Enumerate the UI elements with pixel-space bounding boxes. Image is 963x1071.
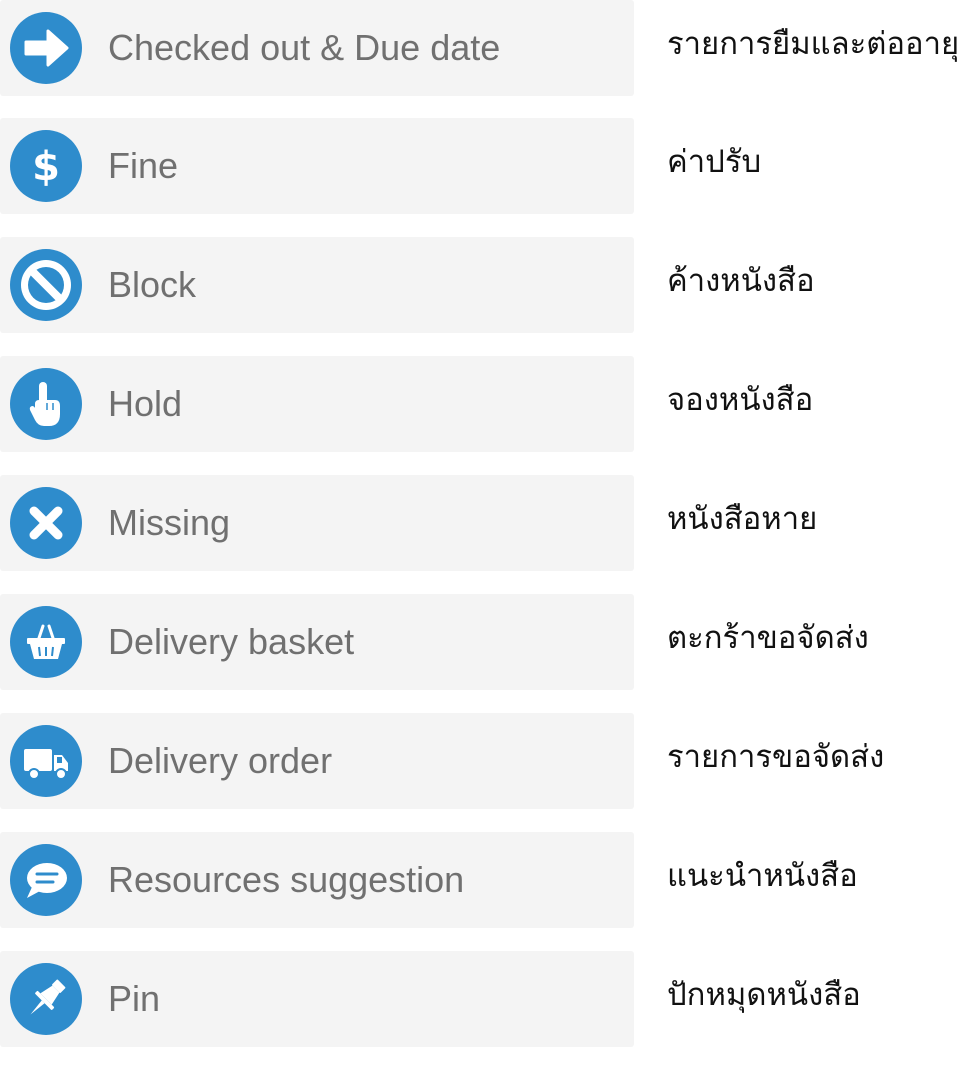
menu-item-label: Block	[108, 264, 197, 305]
thai-description: ค่าปรับ	[667, 144, 762, 180]
menu-item-hold[interactable]: Hold	[0, 356, 634, 452]
thai-description: รายการยืมและต่ออายุ	[667, 26, 960, 62]
arrow-right-icon	[10, 12, 82, 84]
pin-icon	[10, 963, 82, 1035]
basket-icon	[10, 606, 82, 678]
menu-item-label: Checked out & Due date	[108, 27, 501, 68]
svg-text:$: $	[32, 144, 60, 190]
row-resources-suggestion: Resources suggestion แนะนำหนังสือ	[0, 832, 963, 952]
row-block: Block ค้างหนังสือ	[0, 237, 963, 357]
menu-item-fine[interactable]: $ Fine	[0, 118, 634, 214]
thai-description: ตะกร้าขอจัดส่ง	[667, 620, 869, 656]
thai-description: ค้างหนังสือ	[667, 263, 815, 299]
close-icon	[10, 487, 82, 559]
menu-item-label: Missing	[108, 502, 231, 543]
row-pin: Pin ปักหมุดหนังสือ	[0, 951, 963, 1071]
truck-icon	[10, 725, 82, 797]
menu-item-label: Delivery basket	[108, 621, 355, 662]
thai-description: แนะนำหนังสือ	[667, 858, 858, 894]
menu-item-missing[interactable]: Missing	[0, 475, 634, 571]
thai-description: หนังสือหาย	[667, 501, 818, 537]
menu-item-pin[interactable]: Pin	[0, 951, 634, 1047]
menu-item-label: Pin	[108, 978, 161, 1019]
thai-description: ปักหมุดหนังสือ	[667, 977, 861, 1013]
row-hold: Hold จองหนังสือ	[0, 356, 963, 476]
thai-description: รายการขอจัดส่ง	[667, 739, 885, 775]
row-delivery-order: Delivery order รายการขอจัดส่ง	[0, 713, 963, 833]
block-icon	[10, 249, 82, 321]
thai-description: จองหนังสือ	[667, 382, 814, 418]
menu-item-resources-suggestion[interactable]: Resources suggestion	[0, 832, 634, 928]
dollar-icon: $	[10, 130, 82, 202]
menu-item-label: Delivery order	[108, 740, 333, 781]
row-missing: Missing หนังสือหาย	[0, 475, 963, 595]
row-checked-out: Checked out & Due date รายการยืมและต่ออา…	[0, 0, 963, 120]
row-fine: $ Fine ค่าปรับ	[0, 118, 963, 238]
menu-item-label: Hold	[108, 383, 183, 424]
menu-item-block[interactable]: Block	[0, 237, 634, 333]
menu-item-label: Fine	[108, 145, 179, 186]
hand-pointer-icon	[10, 368, 82, 440]
chat-bubble-icon	[10, 844, 82, 916]
menu-item-checked-out[interactable]: Checked out & Due date	[0, 0, 634, 96]
row-delivery-basket: Delivery basket ตะกร้าขอจัดส่ง	[0, 594, 963, 714]
menu-item-label: Resources suggestion	[108, 859, 465, 900]
menu-item-delivery-order[interactable]: Delivery order	[0, 713, 634, 809]
menu-item-delivery-basket[interactable]: Delivery basket	[0, 594, 634, 690]
